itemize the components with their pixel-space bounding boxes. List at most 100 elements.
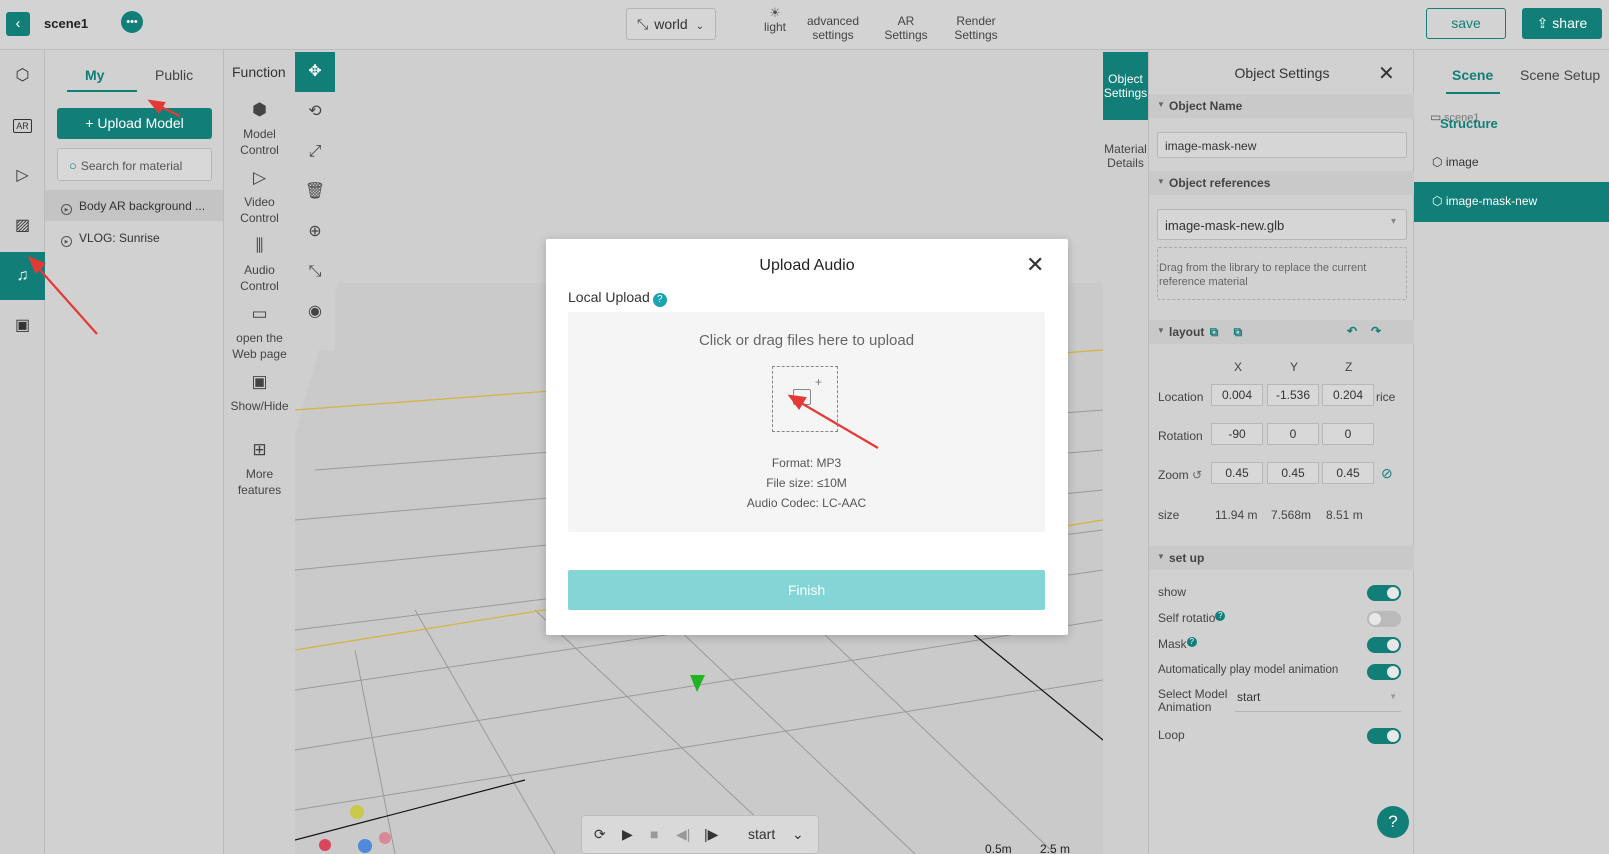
show-hide-button[interactable]: ▣ Show/Hide	[224, 372, 295, 414]
help-icon[interactable]: ?	[1215, 611, 1226, 621]
close-icon[interactable]: ✕	[1026, 252, 1044, 278]
section-object-name[interactable]: ▼ Object Name	[1149, 94, 1415, 118]
tab-public[interactable]: Public	[155, 67, 193, 83]
section-set-up[interactable]: ▼ set up	[1149, 546, 1415, 570]
prev-frame-icon[interactable]: ◀|	[676, 826, 690, 843]
list-item[interactable]: ▶ VLOG: Sunrise	[45, 222, 223, 253]
save-button[interactable]: save	[1426, 8, 1506, 39]
zoom-x-field[interactable]: 0.45	[1211, 462, 1263, 484]
loop-off-icon[interactable]: ⟳	[594, 826, 606, 843]
list-item[interactable]: ▶ Body AR background ...	[45, 190, 223, 221]
tree-item-image[interactable]: ⬡ image	[1414, 143, 1609, 183]
rotate-icon[interactable]: ⟲	[295, 92, 335, 132]
section-object-references[interactable]: ▼ Object references	[1149, 171, 1415, 195]
scale-icon[interactable]: ⤢	[295, 132, 335, 172]
tab-material-details[interactable]: Material Details	[1103, 140, 1148, 190]
model-control-button[interactable]: ⬢ Model Control	[224, 100, 295, 158]
upload-dropzone[interactable]: Click or drag files here to upload + For…	[568, 312, 1045, 532]
auto-play-toggle[interactable]	[1367, 664, 1401, 680]
help-button[interactable]: ?	[1377, 806, 1409, 838]
target-icon[interactable]: ⊕	[295, 212, 335, 252]
animation-select[interactable]: start	[748, 826, 775, 842]
undo-icon[interactable]: ↶	[1347, 324, 1357, 338]
video-icon[interactable]: ▷	[0, 152, 45, 200]
show-hide-label: Show/Hide	[230, 399, 289, 413]
chevron-down-icon: ⌄	[695, 21, 705, 32]
move-icon[interactable]: ✥	[295, 52, 335, 92]
image-icon[interactable]: ▨	[0, 202, 45, 250]
show-hide-icon: ▣	[251, 372, 268, 391]
object-name-field[interactable]: image-mask-new	[1157, 132, 1407, 158]
sun-icon: ☀	[769, 5, 781, 20]
trash-icon[interactable]: 🗑︎	[295, 172, 335, 212]
mask-toggle[interactable]	[1367, 637, 1401, 653]
reset-icon[interactable]: ↺	[1192, 468, 1202, 482]
tree-item-image-mask-new[interactable]: ⬡ image-mask-new	[1414, 182, 1609, 222]
chevron-down-icon[interactable]: ⌄	[792, 826, 804, 843]
location-y-field[interactable]: -1.536	[1267, 384, 1319, 406]
search-icon: ○	[69, 158, 77, 173]
rotation-z-field[interactable]: 0	[1322, 423, 1374, 445]
reference-dropzone[interactable]: Drag from the library to replace the cur…	[1157, 247, 1407, 300]
chat-icon[interactable]: •••	[121, 11, 143, 33]
tab-object-settings[interactable]: Object Settings	[1103, 52, 1148, 120]
plus-icon: +	[815, 375, 823, 389]
open-web-page-button[interactable]: ▭ open the Web page	[224, 304, 295, 362]
link-icon[interactable]: ⊘	[1381, 465, 1393, 482]
search-input[interactable]: ○ Search for material	[57, 148, 212, 181]
self-rotation-toggle[interactable]	[1367, 611, 1401, 627]
upload-model-button[interactable]: + Upload Model	[57, 108, 212, 139]
help-icon[interactable]: ?	[652, 293, 667, 307]
tab-scene[interactable]: Scene	[1452, 67, 1493, 83]
render-settings-button[interactable]: Render Settings	[946, 6, 1006, 42]
scale-label-small: 0.5m	[985, 842, 1012, 854]
audio-control-button[interactable]: ⫼ Audio Control	[224, 236, 295, 294]
redo-icon[interactable]: ↷	[1371, 324, 1381, 338]
audio-upload-button[interactable]: +	[772, 366, 838, 432]
reference-select[interactable]: image-mask-new.glb ▾	[1157, 209, 1407, 240]
finish-button[interactable]: Finish	[568, 570, 1045, 610]
loop-toggle[interactable]	[1367, 728, 1401, 744]
world-select[interactable]: ⤡ world ⌄	[626, 8, 716, 40]
eye-icon[interactable]: ◉	[295, 292, 335, 332]
rotation-y-field[interactable]: 0	[1267, 423, 1319, 445]
animation-select[interactable]: start ▼	[1235, 690, 1401, 712]
video-control-button[interactable]: ▷ Video Control	[224, 168, 295, 226]
next-frame-icon[interactable]: |▶	[704, 826, 718, 843]
help-icon[interactable]: ?	[1186, 637, 1197, 647]
tab-scene-setup[interactable]: Scene Setup	[1520, 67, 1600, 83]
left-icon-bar: ⬡ AR ▷ ▨ ♫ ▣	[0, 50, 45, 854]
zoom-z-field[interactable]: 0.45	[1322, 462, 1374, 484]
copy-icon[interactable]: ⧉	[1210, 325, 1219, 339]
ar-settings-button[interactable]: AR Settings	[878, 6, 934, 42]
upload-audio-dialog: Upload Audio ✕ Local Upload? Click or dr…	[546, 239, 1068, 635]
zoom-y-field[interactable]: 0.45	[1267, 462, 1319, 484]
music-icon[interactable]: ♫	[0, 252, 45, 300]
share-button[interactable]: ⇪ share	[1522, 8, 1602, 39]
paste-icon[interactable]: ⧉	[1234, 325, 1243, 339]
more-features-button[interactable]: ⊞ More features	[224, 440, 295, 498]
location-x-field[interactable]: 0.004	[1211, 384, 1263, 406]
play-icon[interactable]: ▶	[622, 826, 633, 843]
scene-root-row[interactable]: ▭ scene1 Structure	[1430, 110, 1600, 132]
location-z-field[interactable]: 0.204	[1322, 384, 1374, 406]
gallery-icon[interactable]: ▣	[0, 302, 45, 350]
show-toggle[interactable]	[1367, 585, 1401, 601]
close-icon[interactable]: ✕	[1378, 61, 1395, 86]
video-icon: ▷	[252, 168, 267, 187]
self-rotation-row: Self rotatio?	[1158, 611, 1226, 625]
caret-down-icon: ▼	[1157, 177, 1165, 186]
cube-icon[interactable]: ⬡	[0, 52, 45, 100]
advanced-settings-button[interactable]: advanced settings	[802, 6, 864, 42]
section-title: set up	[1169, 551, 1205, 565]
section-layout[interactable]: ▼ layout ⧉ ⧉ ↶ ↷	[1149, 320, 1415, 344]
ar-icon[interactable]: AR	[0, 102, 45, 150]
tab-my[interactable]: My	[85, 67, 104, 83]
rotation-x-field[interactable]: -90	[1211, 423, 1263, 445]
collapse-icon[interactable]: ⤡	[295, 252, 335, 292]
light-button[interactable]: ☀ light	[755, 5, 795, 35]
back-button[interactable]: ‹	[6, 12, 30, 36]
stop-icon[interactable]: ■	[650, 826, 658, 842]
scene-panel: Scene Scene Setup ▭ scene1 Structure ⬡ i…	[1414, 50, 1609, 854]
section-title: layout	[1169, 325, 1205, 339]
